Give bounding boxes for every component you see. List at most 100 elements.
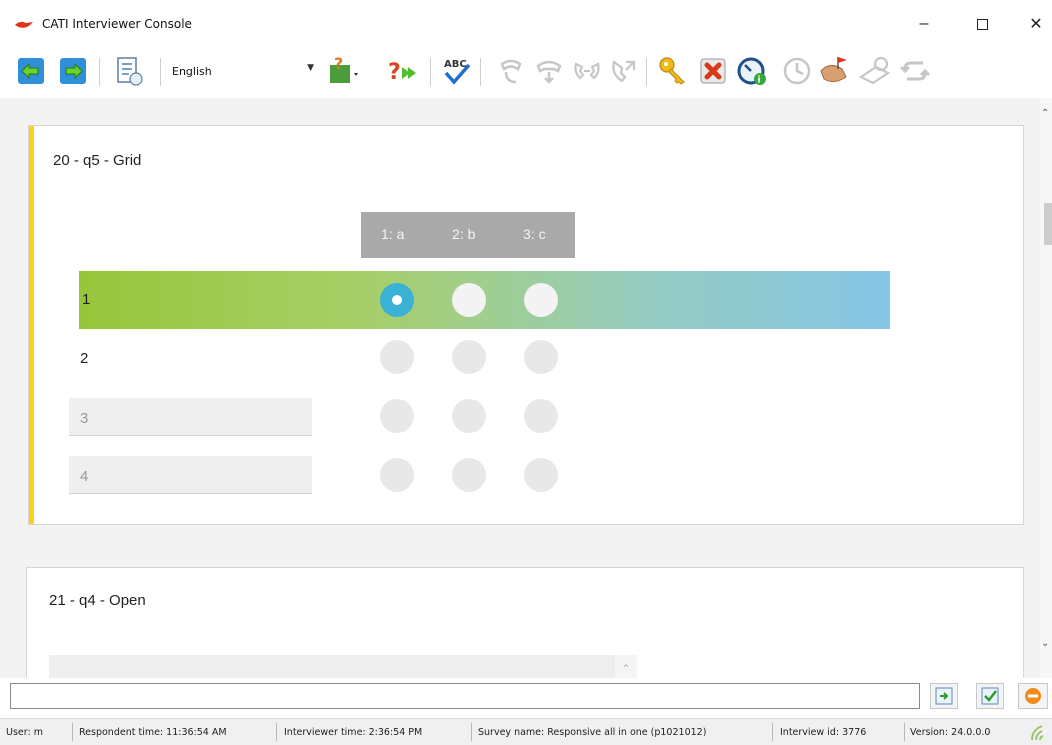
connection-icon	[1031, 725, 1044, 741]
insert-icon	[935, 687, 953, 705]
interviewer-console-window: CATI Interviewer Console – ✕ English ▼ ?…	[0, 0, 1052, 745]
chevron-down-icon: ▼	[307, 63, 314, 73]
svg-text:ABC: ABC	[444, 59, 467, 70]
grid-radio[interactable]	[452, 340, 486, 374]
question-forward-icon: ?	[388, 60, 416, 85]
status-bar: User: m Respondent time: 11:36:54 AM Int…	[0, 718, 1052, 745]
hangup-button	[494, 54, 528, 88]
grid-radio[interactable]	[452, 399, 486, 433]
grid-row-label-box	[69, 456, 312, 494]
column-label: 2: b	[452, 226, 476, 242]
toolbar: English ▼ ? ? ABC i	[0, 48, 1052, 96]
timer-icon	[783, 57, 811, 85]
grid-row-label: 4	[80, 468, 89, 485]
cancel-button[interactable]	[696, 54, 730, 88]
callback-button	[606, 54, 640, 88]
note-input[interactable]	[10, 683, 920, 709]
question-card-grid: 20 - q5 - Grid 1: a 2: b 3: c 1 2 3 4	[28, 125, 1024, 525]
stop-icon	[1025, 688, 1041, 704]
scroll-thumb[interactable]	[1044, 203, 1052, 245]
grid-radio[interactable]	[452, 458, 486, 492]
phone-callback-icon	[612, 60, 636, 83]
help-person-button[interactable]: ?	[326, 54, 360, 88]
open-answer-textarea[interactable]	[49, 655, 615, 678]
toolbar-separator	[646, 58, 647, 86]
phone-down-button	[532, 54, 566, 88]
grid-radio[interactable]	[524, 283, 558, 317]
callback-clock-icon	[858, 56, 891, 85]
close-button[interactable]: ✕	[1016, 10, 1052, 38]
grid-radio[interactable]	[380, 399, 414, 433]
status-interviewer-time: Interviewer time: 2:36:54 PM	[284, 727, 423, 738]
questions-pane[interactable]: 20 - q5 - Grid 1: a 2: b 3: c 1 2 3 4 21…	[0, 98, 1040, 678]
window-title: CATI Interviewer Console	[42, 17, 192, 31]
grid-column-header: 1: a 2: b 3: c	[361, 212, 575, 258]
status-separator	[772, 723, 773, 741]
grid-row-label-box	[69, 398, 312, 436]
script-button[interactable]	[112, 54, 146, 88]
document-clock-icon	[117, 57, 143, 86]
language-value: English	[172, 64, 212, 78]
speed-button[interactable]: i	[736, 54, 770, 88]
spellcheck-button[interactable]: ABC	[440, 54, 474, 88]
forward-arrow-icon	[60, 58, 86, 84]
appointment-icon	[820, 57, 847, 83]
timer-button	[780, 54, 814, 88]
key-button[interactable]	[656, 54, 690, 88]
toolbar-separator	[160, 58, 161, 86]
phone-down-icon	[536, 60, 562, 84]
vertical-scrollbar[interactable]: ⌃ ⌄	[1040, 98, 1052, 678]
refresh-icon	[899, 61, 931, 81]
scroll-up-icon[interactable]: ⌃	[1041, 108, 1049, 119]
grid-radio[interactable]	[524, 399, 558, 433]
title-bar: CATI Interviewer Console – ✕	[0, 0, 1052, 48]
refresh-button	[898, 54, 932, 88]
skip-question-button[interactable]: ?	[386, 54, 420, 88]
status-interview-id: Interview id: 3776	[780, 727, 867, 738]
status-respondent-time: Respondent time: 11:36:54 AM	[79, 727, 227, 738]
toolbar-separator	[430, 58, 431, 86]
scroll-down-icon[interactable]: ⌄	[1041, 638, 1049, 649]
stop-button[interactable]	[1018, 683, 1048, 709]
language-select[interactable]: English ▼	[168, 60, 316, 82]
insert-button[interactable]	[930, 683, 958, 709]
toolbar-separator	[99, 58, 100, 86]
minimize-button[interactable]: –	[904, 10, 944, 38]
spellcheck-icon: ABC	[444, 59, 471, 85]
grid-row-label: 3	[80, 410, 89, 427]
note-bar	[0, 678, 1052, 714]
status-version: Version: 24.0.0.0	[910, 727, 991, 738]
grid-radio[interactable]	[524, 340, 558, 374]
transfer-button	[570, 54, 604, 88]
speedometer-icon: i	[737, 57, 766, 86]
checkmark-icon	[981, 687, 999, 705]
column-label: 1: a	[381, 226, 405, 242]
cancel-x-icon	[700, 58, 726, 84]
grid-radio[interactable]	[524, 458, 558, 492]
grid-radio[interactable]	[380, 458, 414, 492]
svg-text:?: ?	[388, 60, 401, 85]
app-logo-icon	[15, 21, 33, 28]
back-button[interactable]	[14, 54, 48, 88]
maximize-button[interactable]	[962, 10, 1002, 38]
chevron-up-icon[interactable]: ⌃	[615, 655, 637, 678]
grid-radio-selected[interactable]	[380, 283, 414, 317]
person-help-icon: ?	[330, 55, 358, 83]
question-title: 20 - q5 - Grid	[53, 152, 142, 169]
confirm-button[interactable]	[976, 683, 1004, 709]
forward-button[interactable]	[56, 54, 90, 88]
phone-hangup-icon	[500, 59, 522, 84]
status-separator	[276, 723, 277, 741]
grid-radio[interactable]	[452, 283, 486, 317]
question-card-open: 21 - q4 - Open ⌃	[26, 567, 1024, 678]
appointment-button[interactable]	[818, 54, 852, 88]
grid-row-label: 2	[80, 350, 89, 367]
column-label: 3: c	[523, 226, 546, 242]
callback-clock-button	[858, 54, 892, 88]
question-title: 21 - q4 - Open	[49, 592, 146, 609]
svg-text:i: i	[758, 76, 761, 86]
key-icon	[659, 57, 685, 85]
grid-row-label: 1	[82, 291, 91, 308]
grid-radio[interactable]	[380, 340, 414, 374]
active-question-marker	[29, 126, 34, 524]
